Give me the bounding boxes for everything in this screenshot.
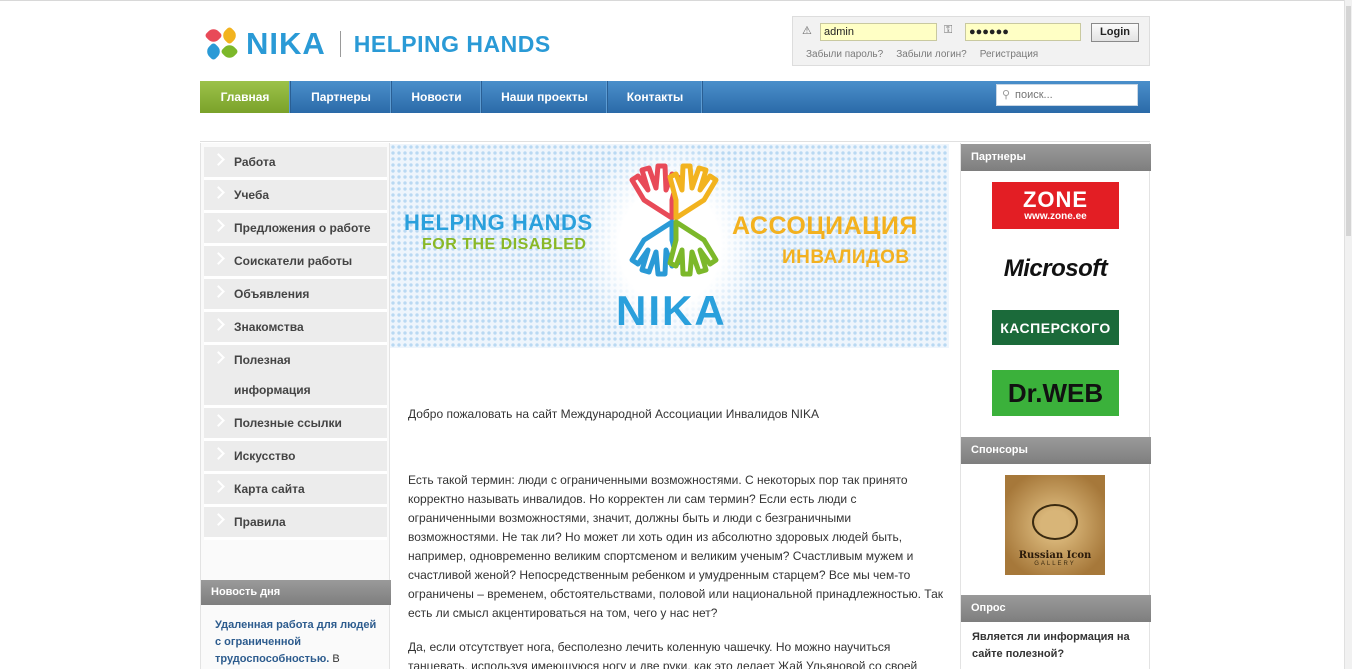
news-of-day-header: Новость дня	[201, 580, 391, 605]
nav-item-projects[interactable]: Наши проекты	[482, 81, 608, 113]
sidebar-item-job-offers[interactable]: Предложения о работе	[204, 213, 387, 246]
search-input[interactable]	[1015, 87, 1133, 103]
right-sidebar: Партнеры ZONE www.zone.ee Microsoft КАСП…	[960, 143, 1151, 669]
news-text: В	[329, 653, 340, 665]
sponsor-name: Russian Icon	[1018, 550, 1092, 561]
user-icon: ⚠	[802, 25, 812, 37]
logo-tagline: HELPING HANDS	[353, 31, 551, 57]
article-paragraph-1: Есть такой термин: люди с ограниченными …	[408, 473, 944, 620]
sidebar-menu: Работа Учеба Предложения о работе Соиска…	[204, 147, 387, 540]
poll-header: Опрос	[961, 595, 1151, 622]
chevron-right-icon	[212, 153, 225, 166]
password-field[interactable]	[965, 23, 1081, 41]
sponsor-logo-russian-icon[interactable]: Russian Icon GALLERY	[1005, 475, 1105, 575]
news-of-day-body: Удаленная работа для людей с ограниченно…	[215, 617, 385, 668]
sponsor-emblem	[1032, 504, 1078, 540]
register-link[interactable]: Регистрация	[980, 49, 1038, 60]
chevron-right-icon	[212, 186, 225, 199]
nav-item-contacts[interactable]: Контакты	[608, 81, 703, 113]
sidebar-item-work[interactable]: Работа	[204, 147, 387, 180]
search-box: ⚲	[996, 84, 1138, 106]
site-logo[interactable]: NIKA HELPING HANDS	[204, 26, 551, 61]
sidebar-item-announcements[interactable]: Объявления	[204, 279, 387, 312]
zone-logo-text: ZONE	[1022, 187, 1089, 212]
key-icon: ⚿	[944, 24, 953, 36]
chevron-right-icon	[212, 447, 225, 460]
zone-logo-url: www.zone.ee	[1024, 211, 1087, 222]
article-paragraph-2: Да, если отсутствует нога, бесполезно ле…	[408, 640, 918, 669]
sidebar-item-dating[interactable]: Знакомства	[204, 312, 387, 345]
banner-subtitle-ru: ИНВАЛИДОВ	[782, 247, 910, 268]
sidebar-item-art[interactable]: Искусство	[204, 441, 387, 474]
sidebar-item-rules[interactable]: Правила	[204, 507, 387, 540]
login-button[interactable]: Login	[1091, 23, 1139, 42]
helping-hands-icon	[629, 163, 719, 277]
banner-title-ru: АССОЦИАЦИЯ	[732, 212, 918, 240]
left-sidebar: Работа Учеба Предложения о работе Соиска…	[200, 143, 391, 669]
sidebar-item-useful-links[interactable]: Полезные ссылки	[204, 408, 387, 441]
forgot-login-link[interactable]: Забыли логин?	[896, 49, 967, 60]
scrollbar-thumb[interactable]	[1346, 6, 1351, 236]
sidebar-item-job-seekers[interactable]: Соискатели работы	[204, 246, 387, 279]
scrollbar[interactable]	[1344, 0, 1352, 669]
hands-logo-icon	[204, 26, 239, 61]
logo-text: NIKA	[246, 26, 326, 61]
content-divider	[200, 141, 1150, 142]
sidebar-item-sitemap[interactable]: Карта сайта	[204, 474, 387, 507]
chevron-right-icon	[212, 414, 225, 427]
banner-title-en: HELPING HANDS	[404, 210, 593, 235]
login-links: Забыли пароль? Забыли логин? Регистрация	[806, 49, 1038, 60]
banner-brand: NIKA	[616, 287, 727, 334]
partner-logo-kaspersky[interactable]: КАСПЕРСКОГО	[992, 310, 1119, 345]
login-form: ⚠ ⚿ Login Забыли пароль? Забыли логин? Р…	[792, 16, 1150, 66]
top-border	[0, 0, 1352, 1]
nav-item-partners[interactable]: Партнеры	[291, 81, 392, 113]
search-icon: ⚲	[1002, 89, 1011, 101]
banner-subtitle-en: FOR THE DISABLED	[422, 236, 587, 253]
chevron-right-icon	[212, 480, 225, 493]
hero-banner: HELPING HANDS FOR THE DISABLED АССОЦИАЦИ…	[390, 144, 949, 348]
partners-header: Партнеры	[961, 144, 1151, 171]
sidebar-item-useful-info[interactable]: Полезная информация	[204, 345, 387, 408]
chevron-right-icon	[212, 219, 225, 232]
partner-logo-zone[interactable]: ZONE www.zone.ee	[992, 182, 1119, 229]
sidebar-item-study[interactable]: Учеба	[204, 180, 387, 213]
sponsors-header: Спонсоры	[961, 437, 1151, 464]
chevron-right-icon	[212, 318, 225, 331]
logo-divider	[339, 31, 341, 57]
chevron-right-icon	[212, 285, 225, 298]
chevron-right-icon	[212, 252, 225, 265]
partner-logo-drweb[interactable]: Dr.WEB	[992, 370, 1119, 416]
poll-question: Является ли информация на сайте полезной…	[972, 631, 1130, 660]
nav-item-home[interactable]: Главная	[200, 81, 291, 113]
main-content: HELPING HANDS FOR THE DISABLED АССОЦИАЦИ…	[390, 143, 959, 669]
sponsor-subtitle: GALLERY	[1034, 561, 1076, 567]
chevron-right-icon	[212, 513, 225, 526]
partner-logo-microsoft[interactable]: Microsoft	[992, 253, 1119, 285]
chevron-right-icon	[212, 351, 225, 364]
welcome-text: Добро пожаловать на сайт Международной А…	[408, 407, 819, 421]
username-field[interactable]	[820, 23, 937, 41]
news-headline-link[interactable]: Удаленная работа для людей с ограниченно…	[215, 619, 376, 665]
nav-item-news[interactable]: Новости	[392, 81, 482, 113]
forgot-password-link[interactable]: Забыли пароль?	[806, 49, 883, 60]
